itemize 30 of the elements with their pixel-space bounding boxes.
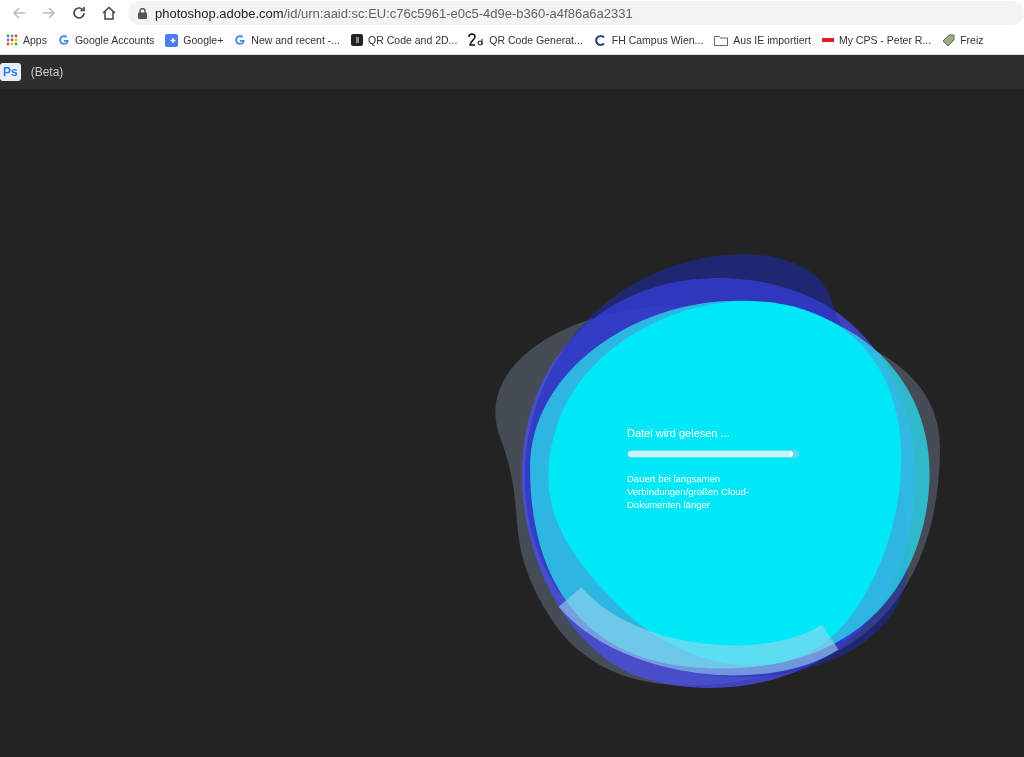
bookmark-item[interactable]: Apps	[6, 34, 47, 46]
app-title: (Beta)	[30, 65, 64, 79]
loading-status: Datei wird gelesen ...	[627, 427, 731, 439]
home-icon[interactable]	[102, 6, 116, 20]
url-path: /id/urn:aaid:sc:EU:c76c5961-e0c5-4d9e-b360-a4f86a6a2331	[283, 5, 633, 21]
app-logo: Ps	[0, 63, 21, 81]
logo-icon	[468, 33, 485, 47]
square-icon	[351, 34, 364, 46]
bookmark-item[interactable]: Aus IE importiert	[714, 34, 811, 46]
bookmark-item[interactable]: New and recent -...	[234, 34, 341, 46]
bookmark-item[interactable]: Google Accounts	[57, 34, 155, 46]
bookmark-item[interactable]: My CPS - Peter R...	[821, 34, 932, 46]
grid-icon	[6, 34, 18, 46]
bookmark-item[interactable]: QR Code Generat...	[468, 33, 583, 47]
bookmark-item[interactable]: Freiz	[942, 33, 984, 47]
tag-icon	[942, 33, 956, 47]
dash-icon	[821, 38, 834, 42]
c-logo-icon	[593, 33, 607, 47]
bookmark-item[interactable]: Google+	[165, 33, 224, 47]
bookmark-item[interactable]: FH Campus Wien...	[593, 33, 704, 47]
plus-badge-icon	[165, 33, 179, 47]
lock-icon	[138, 7, 147, 19]
google-icon	[234, 34, 247, 46]
url-host: photoshop.adobe.com	[155, 5, 284, 21]
loading-hint: Dauert bei langsamen Verbindungen/großen Cloud-Dokumenten länger	[627, 472, 750, 511]
reload-icon[interactable]	[72, 6, 86, 20]
google-icon	[57, 34, 70, 46]
bookmark-item[interactable]: QR Code and 2D...	[351, 34, 458, 46]
address-bar[interactable]: photoshop.adobe.com/id/urn:aaid:sc:EU:c76c5961-e0c5-4d9e-b360-a4f86a6a2331	[128, 1, 1024, 25]
folder-icon	[714, 34, 729, 46]
